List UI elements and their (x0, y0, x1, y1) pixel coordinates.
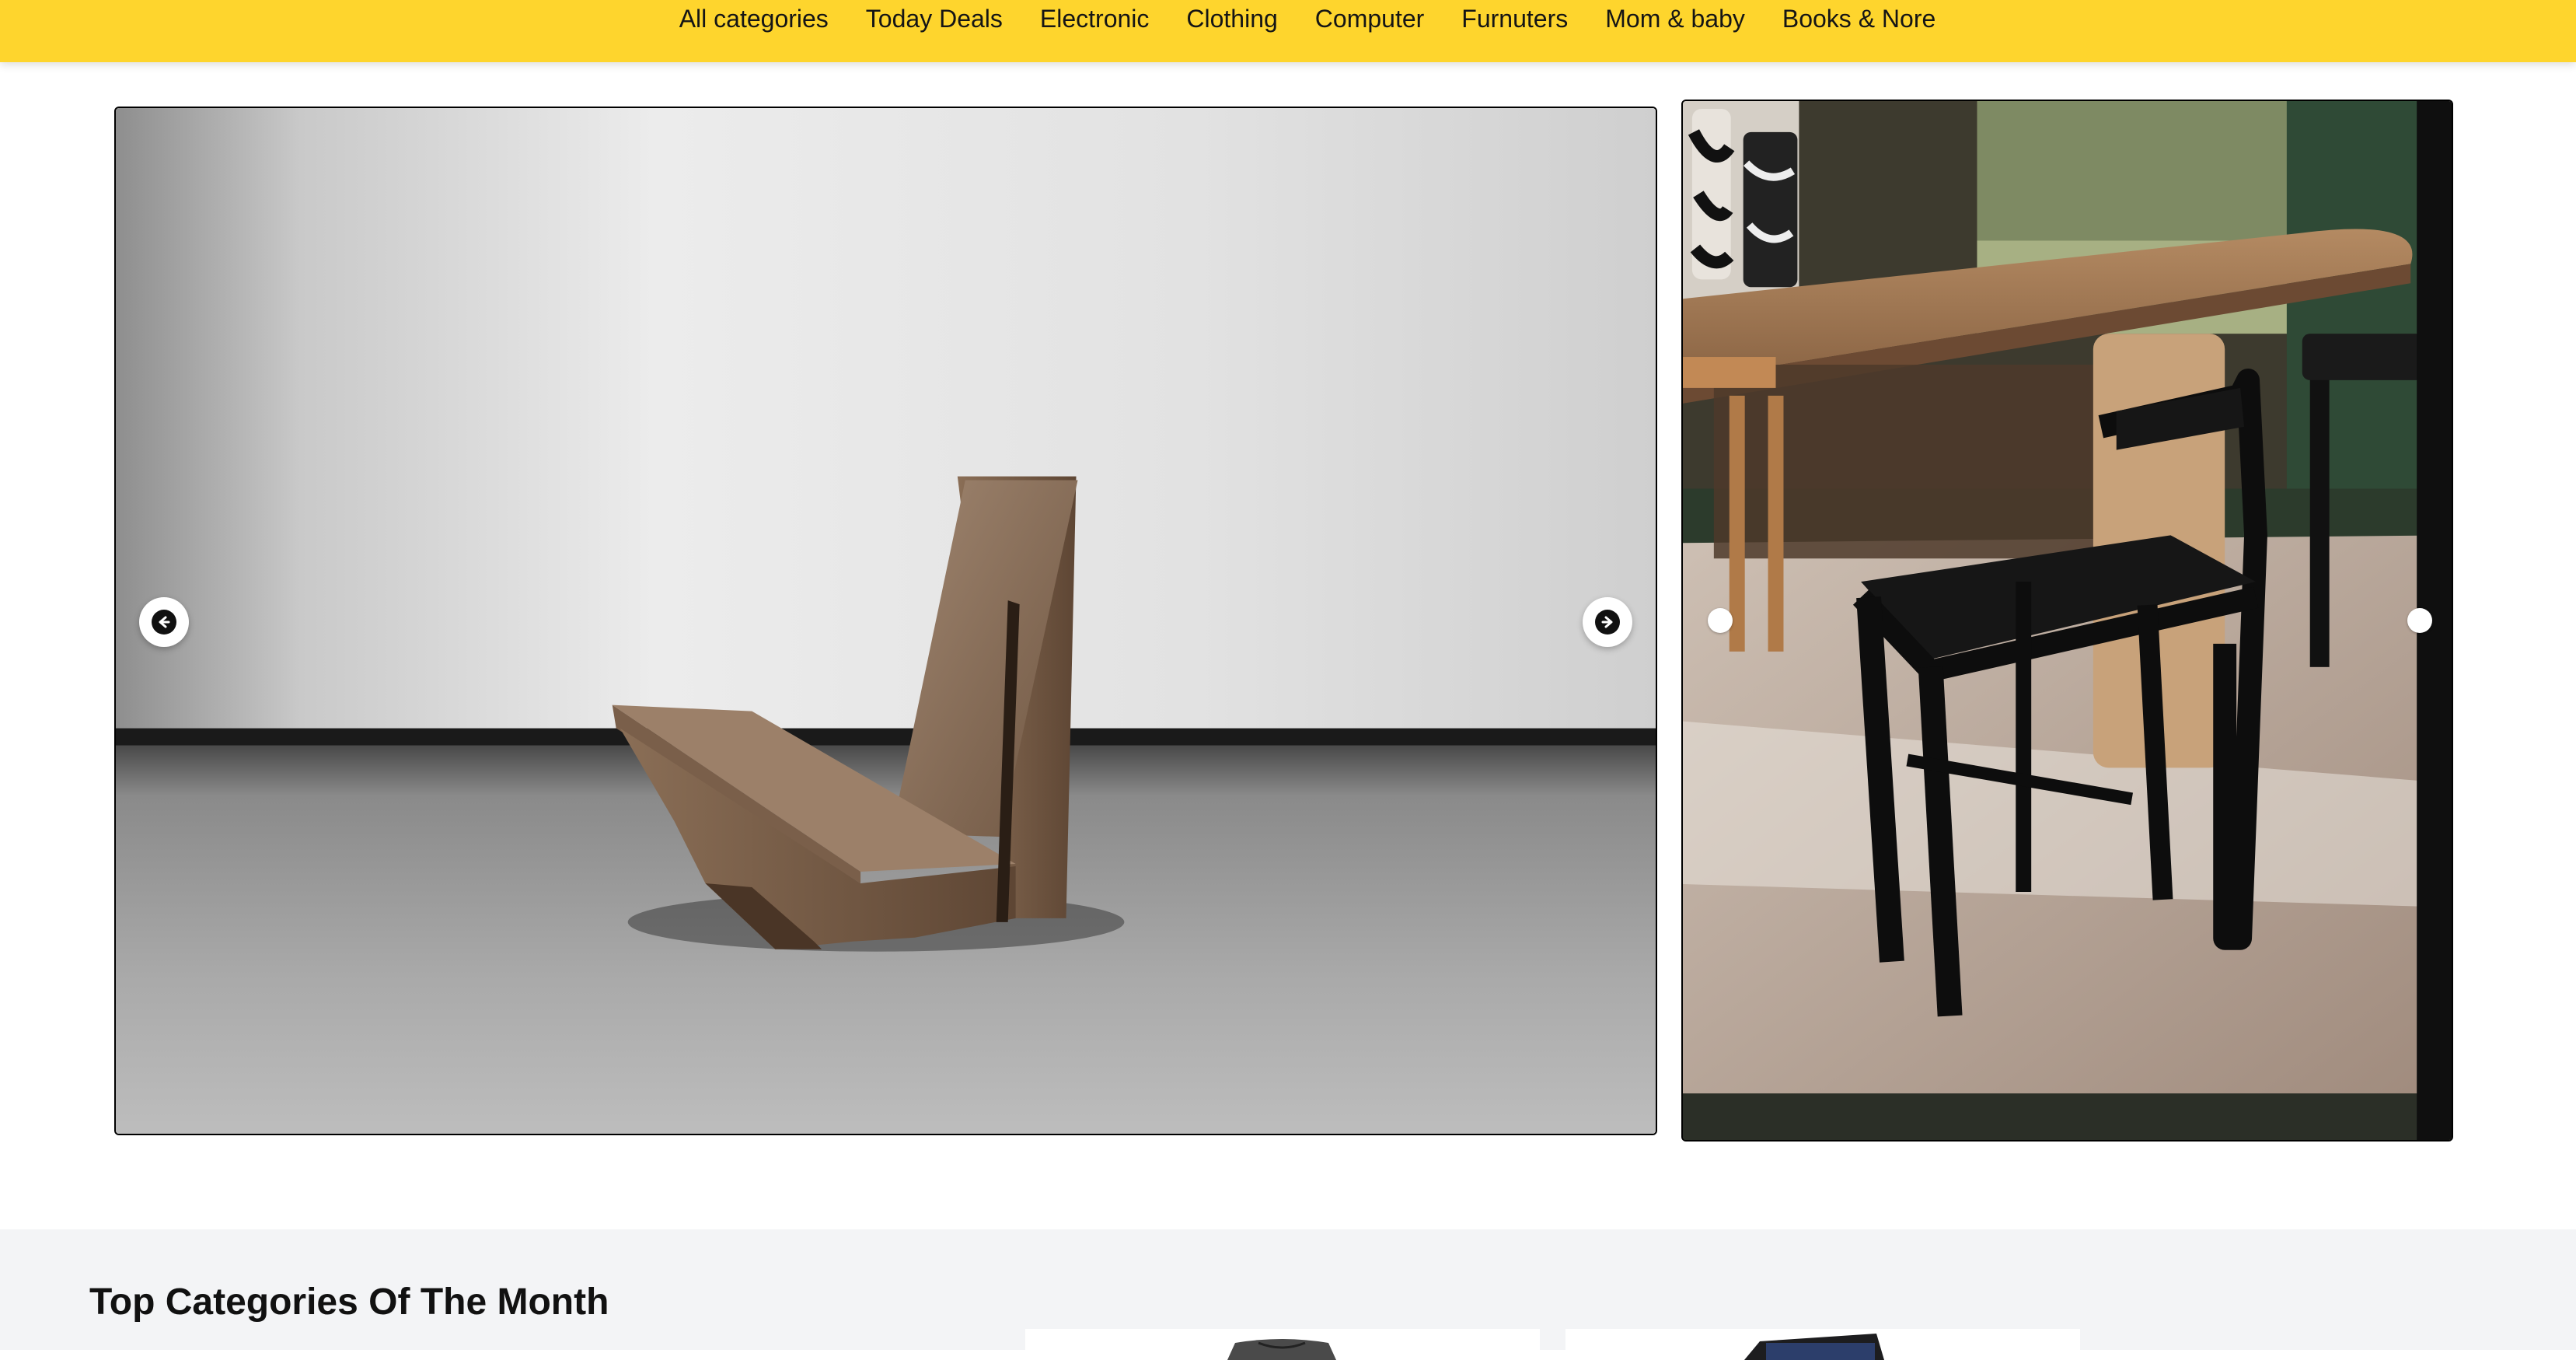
nav-item: Clothing (1186, 0, 1277, 37)
nav-item: All categories (679, 0, 829, 37)
arrow-right-icon (1595, 610, 1620, 635)
category-card-computer[interactable] (1565, 1329, 2080, 1360)
laptop-thumbnail-image (1744, 1334, 1884, 1360)
nav-today-deals[interactable]: Today Deals (866, 0, 1003, 37)
dining-chair-table-image (1683, 101, 2452, 1140)
nav-computer[interactable]: Computer (1315, 0, 1425, 37)
top-categories-section: Top Categories Of The Month (0, 1229, 2576, 1360)
arrow-left-icon (152, 610, 176, 635)
carousel-indicator-right[interactable] (2407, 608, 2432, 633)
nav-books-nore[interactable]: Books & Nore (1782, 0, 1935, 37)
nav-item: Books & Nore (1782, 0, 1935, 37)
carousel-indicator-left[interactable] (1708, 608, 1733, 633)
section-title: Top Categories Of The Month (89, 1281, 609, 1323)
top-navigation-bar: All categories Today Deals Electronic Cl… (0, 0, 2576, 62)
category-card-clothing[interactable] (1025, 1329, 1540, 1360)
category-menu: All categories Today Deals Electronic Cl… (0, 0, 2576, 37)
nav-mom-baby[interactable]: Mom & baby (1605, 0, 1745, 37)
nav-item: Mom & baby (1605, 0, 1745, 37)
shirt-thumbnail-image (1227, 1339, 1336, 1360)
nav-item: Furnuters (1461, 0, 1568, 37)
wooden-lounge-chair-image (116, 108, 1656, 1134)
nav-item: Today Deals (866, 0, 1003, 37)
hero-slide-main (114, 107, 1657, 1135)
nav-clothing[interactable]: Clothing (1186, 0, 1277, 37)
nav-electronic[interactable]: Electronic (1040, 0, 1150, 37)
nav-all-categories[interactable]: All categories (679, 0, 829, 37)
hero-slide-side (1681, 100, 2453, 1141)
carousel-prev-button[interactable] (139, 597, 189, 647)
nav-item: Computer (1315, 0, 1425, 37)
nav-furnuters[interactable]: Furnuters (1461, 0, 1568, 37)
carousel-next-button[interactable] (1583, 597, 1632, 647)
nav-item: Electronic (1040, 0, 1150, 37)
